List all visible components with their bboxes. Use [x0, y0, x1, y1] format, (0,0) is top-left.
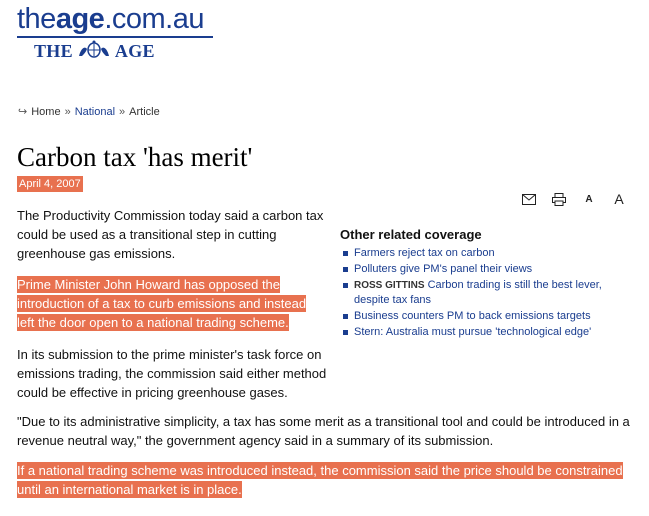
- bullet-icon: [343, 330, 348, 335]
- print-icon[interactable]: [550, 191, 568, 207]
- breadcrumb-current: Article: [129, 105, 160, 118]
- related-link[interactable]: Polluters give PM's panel their views: [340, 262, 635, 277]
- logo-age: age: [55, 3, 105, 35]
- logo-rule: [17, 36, 213, 38]
- bullet-icon: [343, 251, 348, 256]
- return-arrow-icon: ↪: [18, 106, 28, 118]
- article-date: April 4, 2007: [17, 176, 83, 192]
- highlighted-text: Prime Minister John Howard has opposed t…: [17, 276, 307, 331]
- article-paragraph-1: The Productivity Commission today said a…: [17, 208, 324, 261]
- masthead[interactable]: theage.com.au THE AGE: [17, 4, 217, 63]
- logo-wordmark: THE AGE: [17, 40, 217, 63]
- related-link[interactable]: Business counters PM to back emissions t…: [340, 309, 635, 324]
- bullet-icon: [343, 283, 348, 288]
- breadcrumb-separator: »: [64, 105, 71, 118]
- related-link-text[interactable]: Business counters PM to back emissions t…: [354, 310, 591, 322]
- article-toolbar: A A: [520, 191, 628, 207]
- related-coverage-title: Other related coverage: [340, 227, 482, 242]
- article-paragraph-4: "Due to its administrative simplicity, a…: [17, 414, 630, 448]
- related-link[interactable]: Farmers reject tax on carbon: [340, 246, 635, 261]
- breadcrumb: ↪ Home » National » Article: [18, 105, 160, 119]
- site-logo[interactable]: theage.com.au: [17, 4, 217, 34]
- related-link-text[interactable]: Polluters give PM's panel their views: [354, 263, 532, 275]
- related-link[interactable]: Stern: Australia must pursue 'technologi…: [340, 325, 635, 340]
- related-link-text[interactable]: Stern: Australia must pursue 'technologi…: [354, 326, 591, 338]
- article-paragraph-3: In its submission to the prime minister'…: [17, 347, 327, 400]
- article-paragraph-5: If a national trading scheme was introdu…: [17, 461, 637, 499]
- breadcrumb-home[interactable]: Home: [31, 106, 60, 118]
- related-coverage: Other related coverage Farmers reject ta…: [340, 227, 635, 341]
- highlighted-text: If a national trading scheme was introdu…: [17, 462, 623, 498]
- bullet-icon: [343, 267, 348, 272]
- logo-domain: .com.au: [104, 3, 204, 35]
- bullet-icon: [343, 314, 348, 319]
- article-paragraph-2: Prime Minister John Howard has opposed t…: [17, 275, 317, 332]
- email-icon[interactable]: [520, 191, 538, 207]
- wordmark-age: AGE: [114, 41, 155, 61]
- wordmark-the: THE: [34, 41, 73, 61]
- article-headline: Carbon tax 'has merit': [17, 142, 253, 172]
- author-kicker: ROSS GITTINS: [354, 280, 425, 291]
- coat-of-arms-icon: [77, 40, 111, 63]
- decrease-text-size-button[interactable]: A: [580, 191, 598, 207]
- breadcrumb-separator: »: [119, 105, 126, 118]
- related-link-text[interactable]: Farmers reject tax on carbon: [354, 247, 495, 259]
- related-links-list: Farmers reject tax on carbon Polluters g…: [340, 246, 635, 340]
- breadcrumb-national[interactable]: National: [75, 106, 115, 118]
- related-link[interactable]: ROSS GITTINS Carbon trading is still the …: [340, 278, 635, 308]
- increase-text-size-button[interactable]: A: [610, 191, 628, 207]
- logo-the: the: [17, 3, 56, 35]
